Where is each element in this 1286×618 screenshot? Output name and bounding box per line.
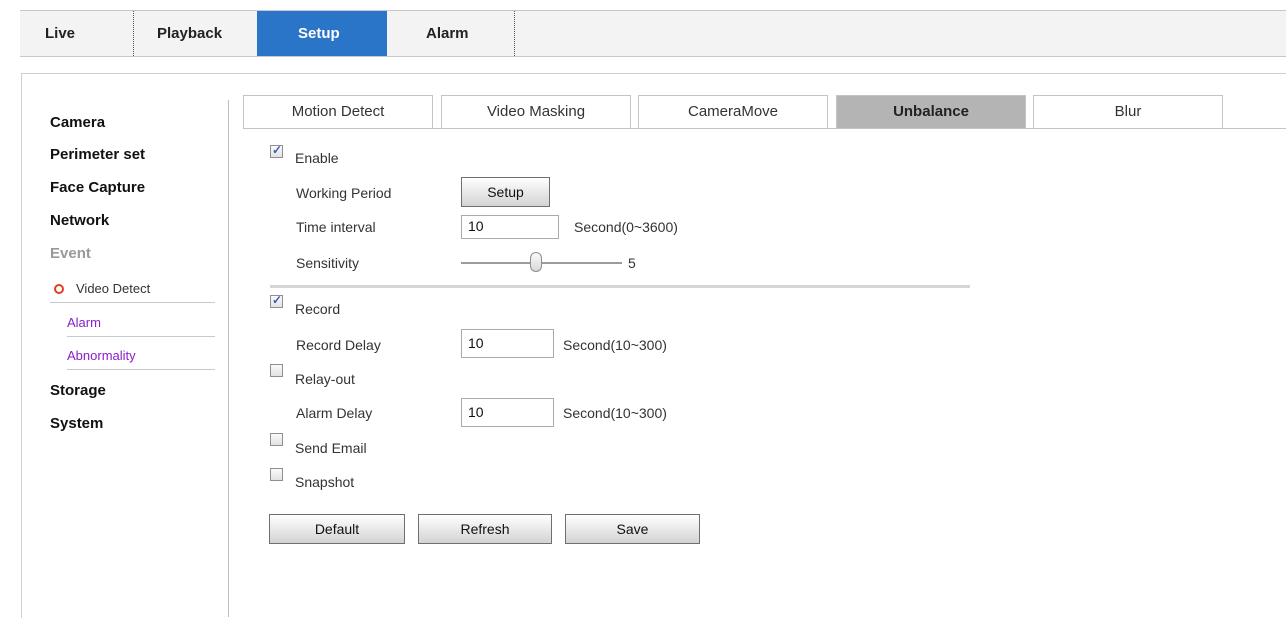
sensitivity-label: Sensitivity xyxy=(296,255,360,271)
tab-live[interactable]: Live xyxy=(20,11,133,56)
sensitivity-slider-handle[interactable] xyxy=(530,252,542,272)
enable-label: Enable xyxy=(295,150,339,166)
enable-checkbox[interactable]: ✓ xyxy=(270,143,283,158)
sidebar-item-network[interactable]: Network xyxy=(50,212,109,229)
working-period-setup-button[interactable]: Setup xyxy=(461,177,550,207)
default-button[interactable]: Default xyxy=(269,514,405,544)
subtab-blur[interactable]: Blur xyxy=(1033,95,1223,128)
time-interval-label: Time interval xyxy=(296,219,376,235)
sidebar-item-storage[interactable]: Storage xyxy=(50,382,106,399)
subtab-unbalance[interactable]: Unbalance xyxy=(836,95,1026,128)
sidebar-subitem-abnormality[interactable]: Abnormality xyxy=(67,343,215,370)
sidebar-subitem-label: Video Detect xyxy=(76,281,151,296)
nav-separator xyxy=(514,11,515,56)
send-email-label: Send Email xyxy=(295,440,367,456)
record-delay-unit: Second(10~300) xyxy=(563,337,667,353)
subtab-video-masking[interactable]: Video Masking xyxy=(441,95,631,128)
current-marker-icon xyxy=(54,283,64,294)
relay-out-label: Relay-out xyxy=(295,371,355,387)
tab-baseline xyxy=(243,128,1286,129)
record-delay-input[interactable]: 10 xyxy=(461,329,554,358)
alarm-delay-unit: Second(10~300) xyxy=(563,405,667,421)
tab-alarm[interactable]: Alarm xyxy=(387,11,514,56)
record-delay-label: Record Delay xyxy=(296,337,381,353)
snapshot-label: Snapshot xyxy=(295,474,355,490)
top-nav: Live Playback Setup Alarm xyxy=(20,10,1286,57)
alarm-delay-input[interactable]: 10 xyxy=(461,398,554,427)
sidebar-divider xyxy=(228,100,229,617)
sidebar-item-perimeter[interactable]: Perimeter set xyxy=(50,146,145,163)
subtab-motion-detect[interactable]: Motion Detect xyxy=(243,95,433,128)
sidebar-item-event[interactable]: Event xyxy=(50,245,91,262)
sidebar-item-camera[interactable]: Camera xyxy=(50,114,105,131)
refresh-button[interactable]: Refresh xyxy=(418,514,552,544)
section-divider xyxy=(270,285,970,288)
sensitivity-value: 5 xyxy=(628,255,636,271)
check-icon: ✓ xyxy=(272,143,283,157)
sidebar-item-system[interactable]: System xyxy=(50,415,103,432)
sidebar-subitem-alarm[interactable]: Alarm xyxy=(67,310,215,337)
check-icon: ✓ xyxy=(272,293,283,307)
sidebar-item-face-capture[interactable]: Face Capture xyxy=(50,179,145,196)
subtab-camera-move[interactable]: CameraMove xyxy=(638,95,828,128)
record-label: Record xyxy=(295,301,341,317)
time-interval-unit: Second(0~3600) xyxy=(574,219,678,235)
alarm-delay-label: Alarm Delay xyxy=(296,405,373,421)
working-period-label: Working Period xyxy=(296,185,392,201)
tab-setup[interactable]: Setup xyxy=(257,11,387,56)
send-email-checkbox[interactable] xyxy=(270,433,283,446)
sidebar-subitem-video-detect[interactable]: Video Detect xyxy=(50,276,215,303)
snapshot-checkbox[interactable] xyxy=(270,468,283,481)
save-button[interactable]: Save xyxy=(565,514,700,544)
time-interval-input[interactable]: 10 xyxy=(461,215,559,239)
tab-playback[interactable]: Playback xyxy=(133,11,257,56)
relay-out-checkbox[interactable] xyxy=(270,364,283,377)
record-checkbox[interactable]: ✓ xyxy=(270,293,283,308)
